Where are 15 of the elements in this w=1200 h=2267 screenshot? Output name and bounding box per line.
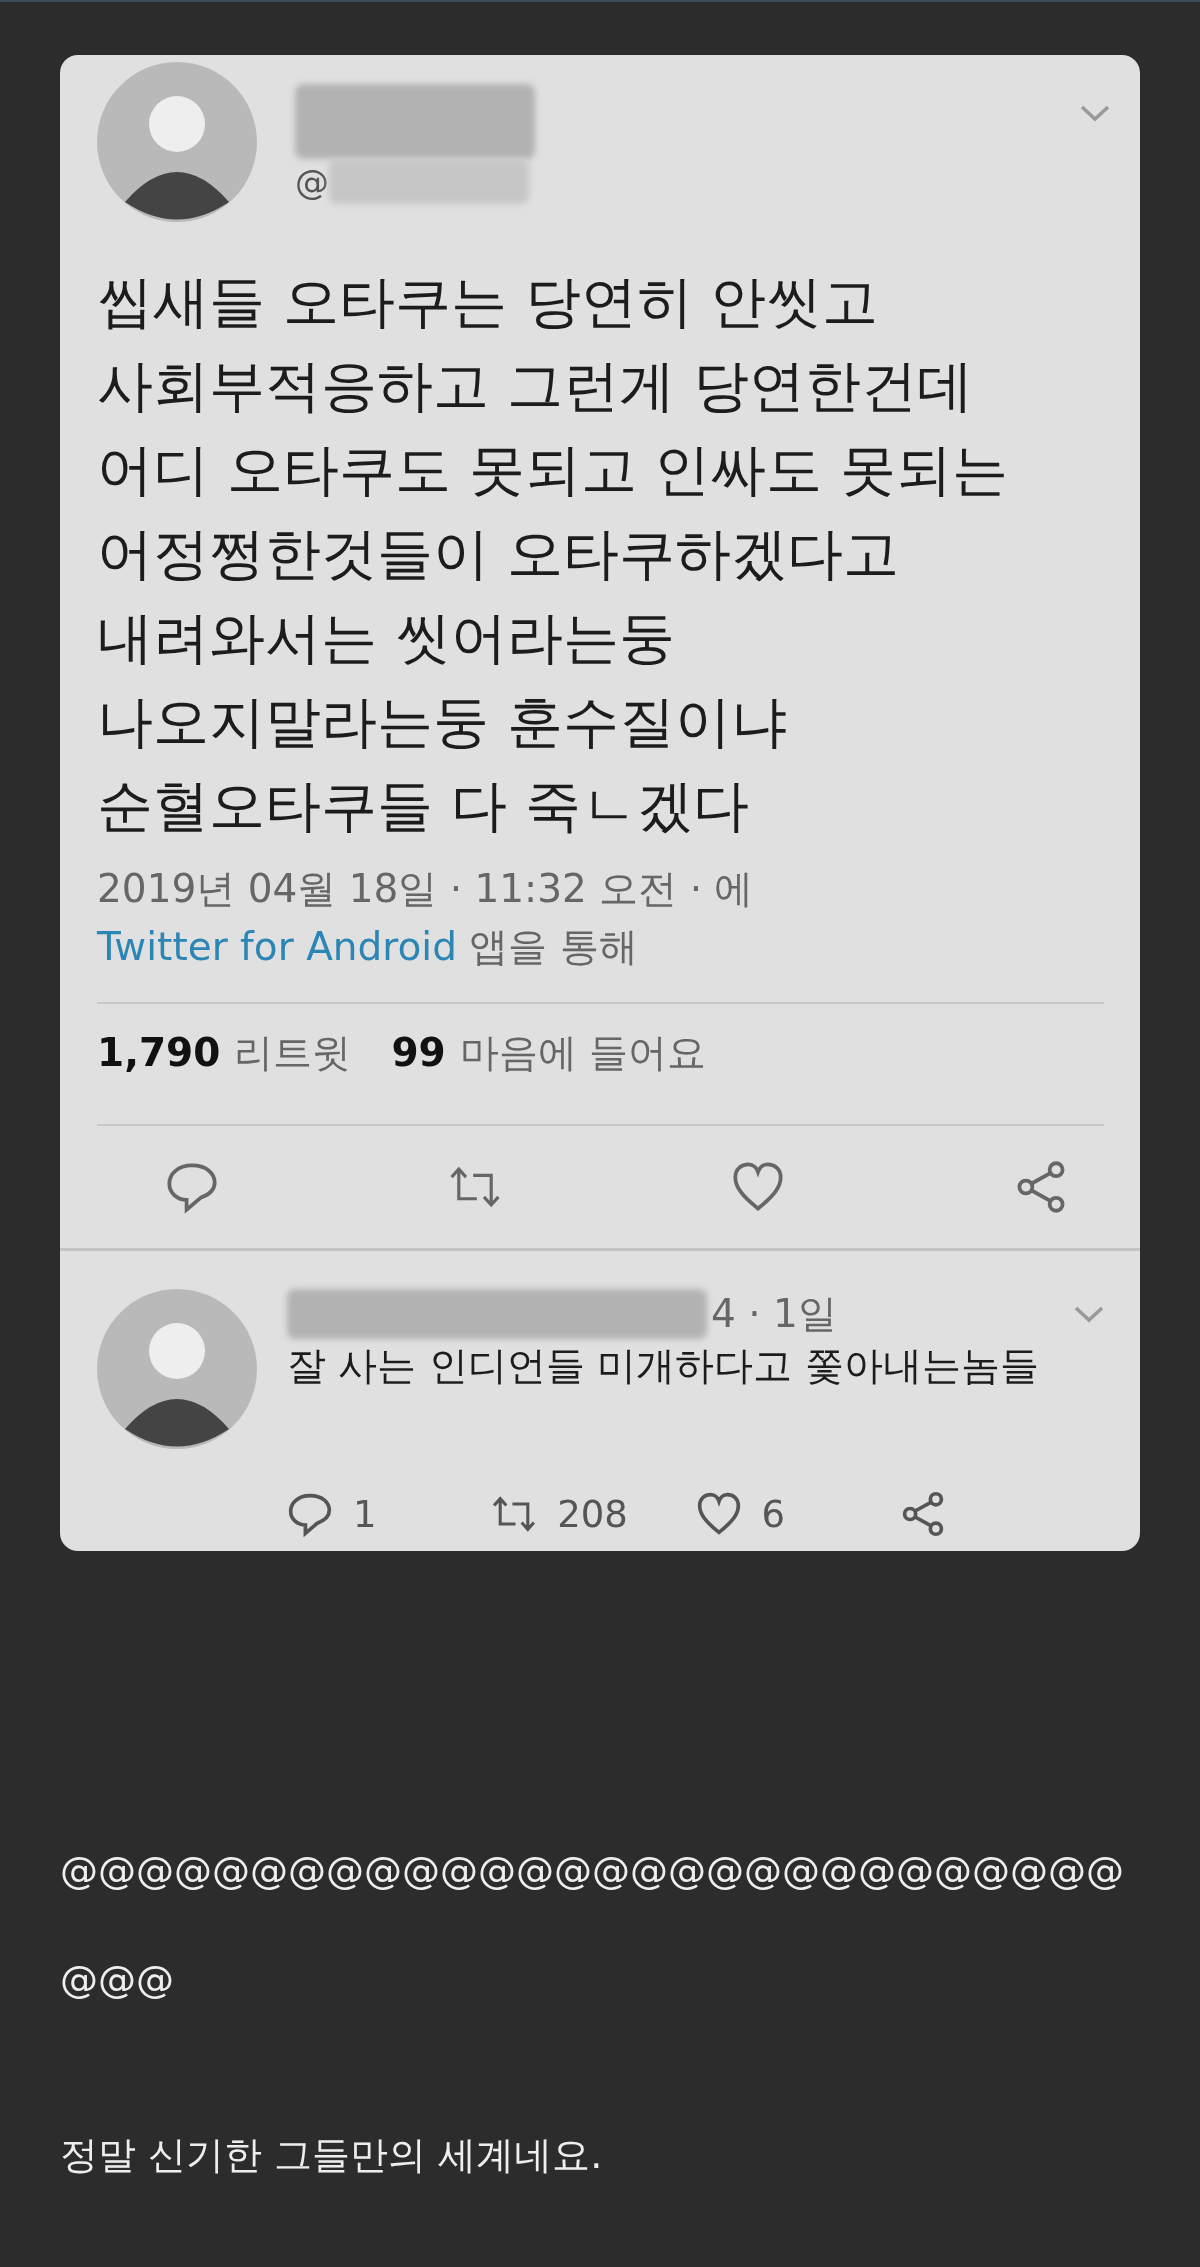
like-label: 마음에 들어요	[459, 1029, 707, 1077]
like-count: 99	[391, 1030, 446, 1075]
user-handle: @	[295, 161, 329, 202]
retweet-count: 1,790	[97, 1030, 221, 1075]
post-text: @@@@@@@@@@@@@@@@@@@@@@@@@@@@@@@	[60, 1847, 1125, 2003]
reply-text: 잘 사는 인디언들 미개하다고 쫓아내는놈들	[287, 1342, 1040, 1390]
retweet-count: 208	[557, 1492, 628, 1536]
tweet-text: 씹새들 오타쿠는 당연히 안씻고 사회부적응하고 그런게 당연한건데 어디 오타쿠도 못되고 인싸도 못되는 어정쩡한것들이 오타쿠하겠다고 내려와서는 씻어라는둥 나오지말라는둥 훈수질이냐 순혈오타쿠들 다 죽ㄴ겠다	[96, 268, 1010, 840]
post-text: 정말 신기한 그들만의 세계네요.	[60, 2132, 604, 2179]
reply-count: 1	[353, 1492, 377, 1536]
retweet-label: 리트윗	[234, 1029, 352, 1077]
tweet-timestamp: 2019년 04월 18일 · 11:32 오전 · 에 Twitter for Android 앱을 통해	[97, 865, 755, 971]
reply-time: 4 · 1일	[711, 1290, 837, 1338]
source-link[interactable]: Twitter for Android	[97, 924, 457, 969]
like-count: 6	[761, 1492, 786, 1536]
